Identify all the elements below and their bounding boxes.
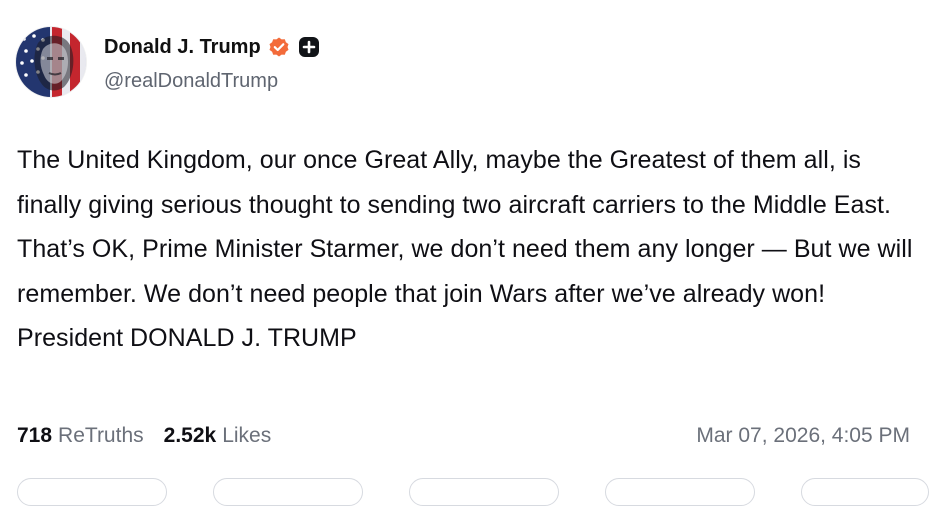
author-handle[interactable]: @realDonaldTrump — [104, 70, 320, 93]
name-row: Donald J. Trump — [104, 34, 320, 60]
action-bar — [0, 478, 942, 506]
display-name[interactable]: Donald J. Trump — [104, 36, 261, 59]
retruths-label: ReTruths — [58, 424, 144, 447]
truth-post: Donald J. Trump @realDonaldTrump The Uni… — [0, 0, 942, 506]
likes-count: 2.52k — [163, 424, 217, 447]
retruth-button[interactable] — [213, 478, 363, 506]
plus-square-icon[interactable] — [298, 36, 320, 58]
post-text: The United Kingdom, our once Great Ally,… — [17, 146, 913, 353]
avatar[interactable] — [16, 27, 86, 97]
post-stats: 718 ReTruths 2.52k Likes — [17, 424, 271, 448]
author-names: Donald J. Trump @realDonaldTrump — [104, 27, 320, 93]
more-button[interactable] — [801, 478, 929, 506]
post-timestamp[interactable]: Mar 07, 2026, 4:05 PM — [696, 424, 910, 448]
verified-badge-icon — [268, 36, 290, 58]
reply-button[interactable] — [17, 478, 167, 506]
like-button[interactable] — [409, 478, 559, 506]
flag-portrait-icon — [16, 27, 86, 97]
retruths-count: 718 — [17, 424, 53, 447]
likes-label: Likes — [222, 424, 272, 447]
retruths-stat[interactable]: 718 ReTruths — [17, 424, 144, 448]
post-header: Donald J. Trump @realDonaldTrump — [16, 27, 320, 99]
share-button[interactable] — [605, 478, 755, 506]
likes-stat[interactable]: 2.52k Likes — [164, 424, 272, 448]
